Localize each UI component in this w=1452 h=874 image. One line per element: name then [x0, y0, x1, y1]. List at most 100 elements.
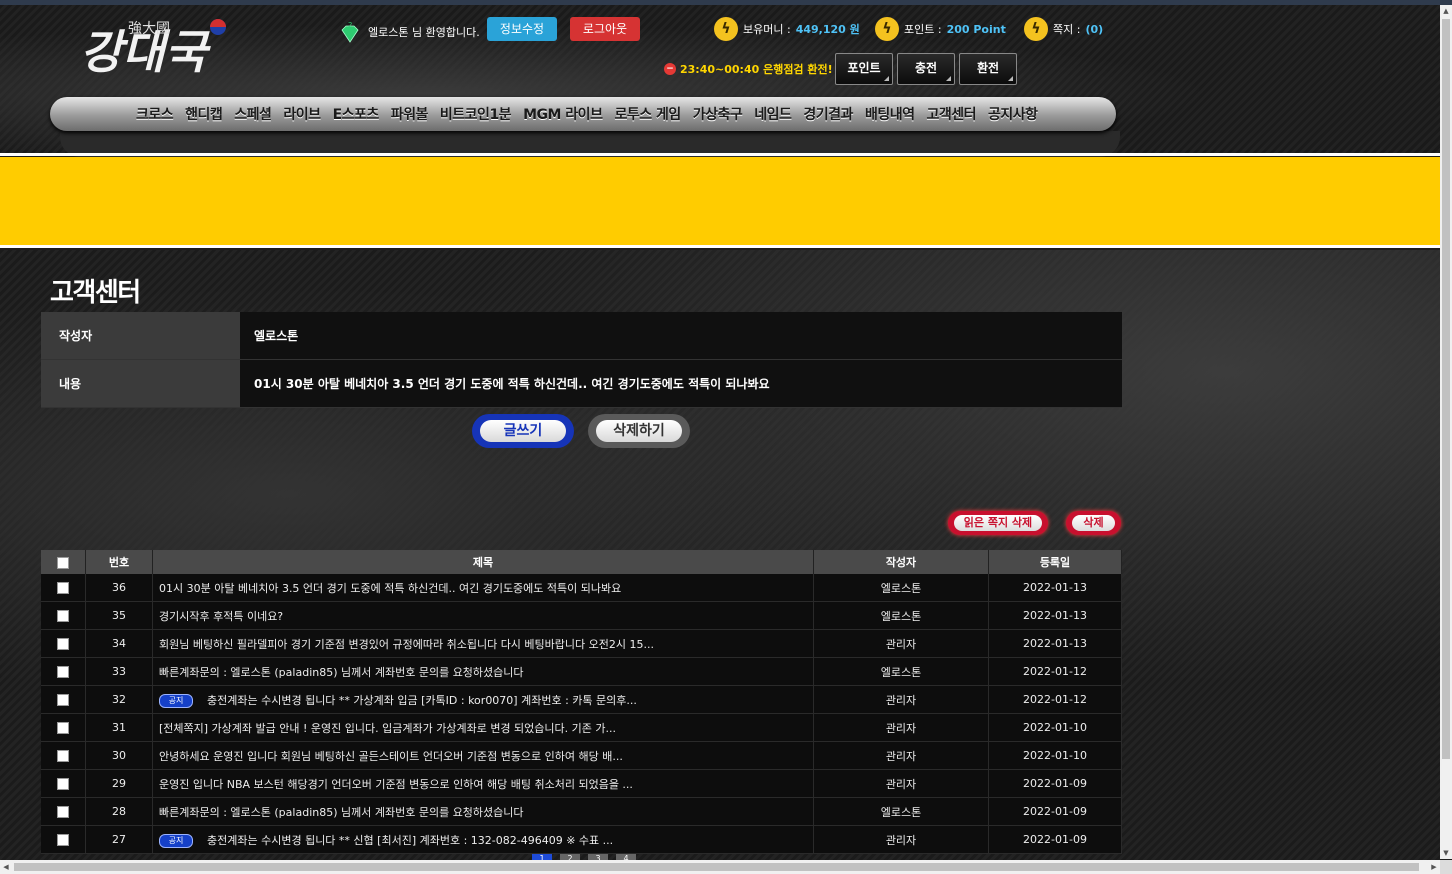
row-title-text[interactable]: 운영진 입니다 NBA 보스턴 해당경기 언더오버 기준점 변동으로 인하여 해…	[159, 778, 633, 791]
money-label: 보유머니 :	[743, 23, 791, 36]
site-logo[interactable]: 강대국 強大國	[78, 13, 238, 93]
nav-item[interactable]: 로투스 게임	[608, 104, 686, 124]
scroll-thumb[interactable]	[14, 863, 1419, 871]
logout-button[interactable]: 로그아웃	[570, 17, 640, 41]
row-title[interactable]: 빠른계좌문의 : 엘로스톤 (paladin85) 님께서 계좌번호 문의를 요…	[152, 797, 814, 826]
row-checkbox[interactable]	[57, 638, 69, 650]
maintenance-notice: − 23:40~00:40 은행점검 환전!	[664, 61, 833, 77]
table-row[interactable]: 29 운영진 입니다 NBA 보스턴 해당경기 언더오버 기준점 변동으로 인하여…	[41, 769, 1122, 798]
row-title-text[interactable]: 충전계좌는 수시변경 됩니다 ** 신협 [최서진] 계좌번호 : 132-08…	[207, 834, 613, 847]
nav-item[interactable]: E스포츠	[327, 104, 385, 124]
row-title[interactable]: 경기시작후 후적특 이네요?	[152, 601, 814, 630]
nav-item[interactable]: 비트코인1분	[434, 104, 517, 124]
row-select	[41, 769, 86, 798]
select-all-checkbox[interactable]	[57, 556, 69, 569]
row-title[interactable]: 안녕하세요 운영진 입니다 회원님 베팅하신 골든스테이트 언더오버 기준점 변…	[152, 741, 814, 770]
nav-item[interactable]: 파워볼	[385, 104, 434, 124]
content-value: 01시 30분 아탈 베네치아 3.5 언더 경기 도중에 적특 하신건데.. …	[240, 359, 1122, 408]
row-select	[41, 629, 86, 658]
row-select	[41, 657, 86, 686]
row-title-text[interactable]: 경기시작후 후적특 이네요?	[159, 610, 283, 623]
row-checkbox[interactable]	[57, 834, 69, 846]
row-title-text[interactable]: 회원님 베팅하신 필라델피아 경기 기준점 변경있어 규정에따라 취소됩니다 다…	[159, 638, 654, 651]
vertical-scrollbar[interactable]: ▲ ▼	[1440, 5, 1452, 859]
row-checkbox[interactable]	[57, 694, 69, 706]
table-row[interactable]: 34 회원님 베팅하신 필라델피아 경기 기준점 변경있어 규정에따라 취소됩니다…	[41, 629, 1122, 658]
row-title[interactable]: 공지 충전계좌는 수시변경 됩니다 ** 신협 [최서진] 계좌번호 : 132-…	[152, 825, 814, 854]
row-title[interactable]: 공지 충전계좌는 수시변경 됩니다 ** 가상계좌 입금 [카톡ID : kor0…	[152, 685, 814, 714]
nav-item[interactable]: 가상축구	[687, 104, 749, 124]
nav-item[interactable]: 경기결과	[797, 104, 859, 124]
row-date: 2022-01-09	[988, 797, 1122, 826]
row-date: 2022-01-10	[988, 741, 1122, 770]
row-date: 2022-01-09	[988, 769, 1122, 798]
nav-item[interactable]: 네임드	[748, 104, 797, 124]
row-title[interactable]: 01시 30분 아탈 베네치아 3.5 언더 경기 도중에 적특 하신건데.. …	[152, 574, 814, 602]
row-checkbox[interactable]	[57, 582, 69, 594]
scroll-left-icon[interactable]: ◀	[0, 860, 12, 874]
table-row[interactable]: 30 안녕하세요 운영진 입니다 회원님 베팅하신 골든스테이트 언더오버 기준점…	[41, 741, 1122, 770]
nav-item[interactable]: 고객센터	[920, 104, 982, 124]
row-checkbox[interactable]	[57, 750, 69, 762]
nav-item[interactable]: 배팅내역	[859, 104, 921, 124]
scroll-up-icon[interactable]: ▲	[1440, 5, 1452, 17]
exchange-button[interactable]: 환전	[959, 53, 1017, 85]
nav-item[interactable]: 라이브	[277, 104, 326, 124]
content-label: 내용	[41, 359, 240, 408]
notice-text: 23:40~00:40 은행점검 환전!	[680, 63, 833, 76]
table-row[interactable]: 27 공지 충전계좌는 수시변경 됩니다 ** 신협 [최서진] 계좌번호 : 13…	[41, 825, 1122, 854]
row-author: 엘로스톤	[813, 657, 989, 686]
message-stat[interactable]: ϟ 쪽지 : (0)	[1024, 17, 1103, 41]
row-checkbox[interactable]	[57, 610, 69, 622]
table-row[interactable]: 28 빠른계좌문의 : 엘로스톤 (paladin85) 님께서 계좌번호 문의를…	[41, 797, 1122, 826]
table-row[interactable]: 35 경기시작후 후적특 이네요? 엘로스톤 2022-01-13	[41, 601, 1122, 630]
nav-item[interactable]: MGM 라이브	[517, 104, 608, 124]
row-checkbox[interactable]	[57, 778, 69, 790]
nav-item[interactable]: 핸디캡	[179, 104, 228, 124]
table-row[interactable]: 33 빠른계좌문의 : 엘로스톤 (paladin85) 님께서 계좌번호 문의를…	[41, 657, 1122, 686]
row-title[interactable]: 운영진 입니다 NBA 보스턴 해당경기 언더오버 기준점 변동으로 인하여 해…	[152, 769, 814, 798]
nav-item[interactable]: 크로스	[130, 104, 179, 124]
row-title-text[interactable]: 빠른계좌문의 : 엘로스톤 (paladin85) 님께서 계좌번호 문의를 요…	[159, 806, 524, 819]
welcome-text: 엘로스톤 님 환영합니다.	[368, 26, 480, 39]
row-title[interactable]: [전체쪽지] 가상계좌 발급 안내 ! 운영진 입니다. 입금계좌가 가상계좌로…	[152, 713, 814, 742]
table-row[interactable]: 31 [전체쪽지] 가상계좌 발급 안내 ! 운영진 입니다. 입금계좌가 가상계…	[41, 713, 1122, 742]
edit-info-button[interactable]: 정보수정	[487, 17, 557, 41]
row-title[interactable]: 빠른계좌문의 : 엘로스톤 (paladin85) 님께서 계좌번호 문의를 요…	[152, 657, 814, 686]
row-date: 2022-01-09	[988, 825, 1122, 854]
point-button[interactable]: 포인트	[835, 53, 893, 85]
row-title[interactable]: 회원님 베팅하신 필라델피아 경기 기준점 변경있어 규정에따라 취소됩니다 다…	[152, 629, 814, 658]
nav-item[interactable]: 스페셜	[228, 104, 277, 124]
row-title-text[interactable]: 빠른계좌문의 : 엘로스톤 (paladin85) 님께서 계좌번호 문의를 요…	[159, 666, 524, 679]
row-number: 29	[85, 769, 153, 798]
scroll-right-icon[interactable]: ▶	[1428, 860, 1440, 874]
author-value: 엘로스톤	[240, 312, 1122, 360]
row-title-text[interactable]: 안녕하세요 운영진 입니다 회원님 베팅하신 골든스테이트 언더오버 기준점 변…	[159, 750, 623, 763]
horizontal-scrollbar[interactable]: ◀ ▶	[0, 860, 1440, 874]
delete-read-button[interactable]: 읽은 쪽지 삭제	[948, 511, 1048, 535]
row-date: 2022-01-13	[988, 629, 1122, 658]
charge-button[interactable]: 충전	[897, 53, 955, 85]
table-row[interactable]: 36 01시 30분 아탈 베네치아 3.5 언더 경기 도중에 적특 하신건데.…	[41, 574, 1122, 602]
nav-item[interactable]: 공지사항	[982, 104, 1044, 124]
write-button-label: 글쓰기	[480, 420, 566, 442]
row-title-text[interactable]: 01시 30분 아탈 베네치아 3.5 언더 경기 도중에 적특 하신건데.. …	[159, 582, 621, 595]
row-checkbox[interactable]	[57, 722, 69, 734]
write-button[interactable]: 글쓰기	[472, 414, 574, 448]
select-all-header	[41, 550, 86, 574]
row-checkbox[interactable]	[57, 666, 69, 678]
row-title-text[interactable]: 충전계좌는 수시변경 됩니다 ** 가상계좌 입금 [카톡ID : kor007…	[207, 694, 637, 707]
row-title-text[interactable]: [전체쪽지] 가상계좌 발급 안내 ! 운영진 입니다. 입금계좌가 가상계좌로…	[159, 722, 616, 735]
scroll-thumb[interactable]	[1442, 19, 1450, 759]
delete-button[interactable]: 삭제하기	[588, 414, 690, 448]
row-select	[41, 601, 86, 630]
delete-selected-button[interactable]: 삭제	[1066, 511, 1121, 535]
table-row[interactable]: 32 공지 충전계좌는 수시변경 됩니다 ** 가상계좌 입금 [카톡ID : ko…	[41, 685, 1122, 714]
notice-tag: 공지	[159, 833, 193, 848]
row-checkbox[interactable]	[57, 806, 69, 818]
row-select	[41, 713, 86, 742]
row-number: 35	[85, 601, 153, 630]
scroll-down-icon[interactable]: ▼	[1440, 847, 1452, 859]
delete-button-label: 삭제하기	[596, 420, 682, 442]
message-list: 번호 제목 작성자 등록일 36 01시 30분 아탈 베네치아 3.5 언더 경…	[41, 550, 1122, 854]
